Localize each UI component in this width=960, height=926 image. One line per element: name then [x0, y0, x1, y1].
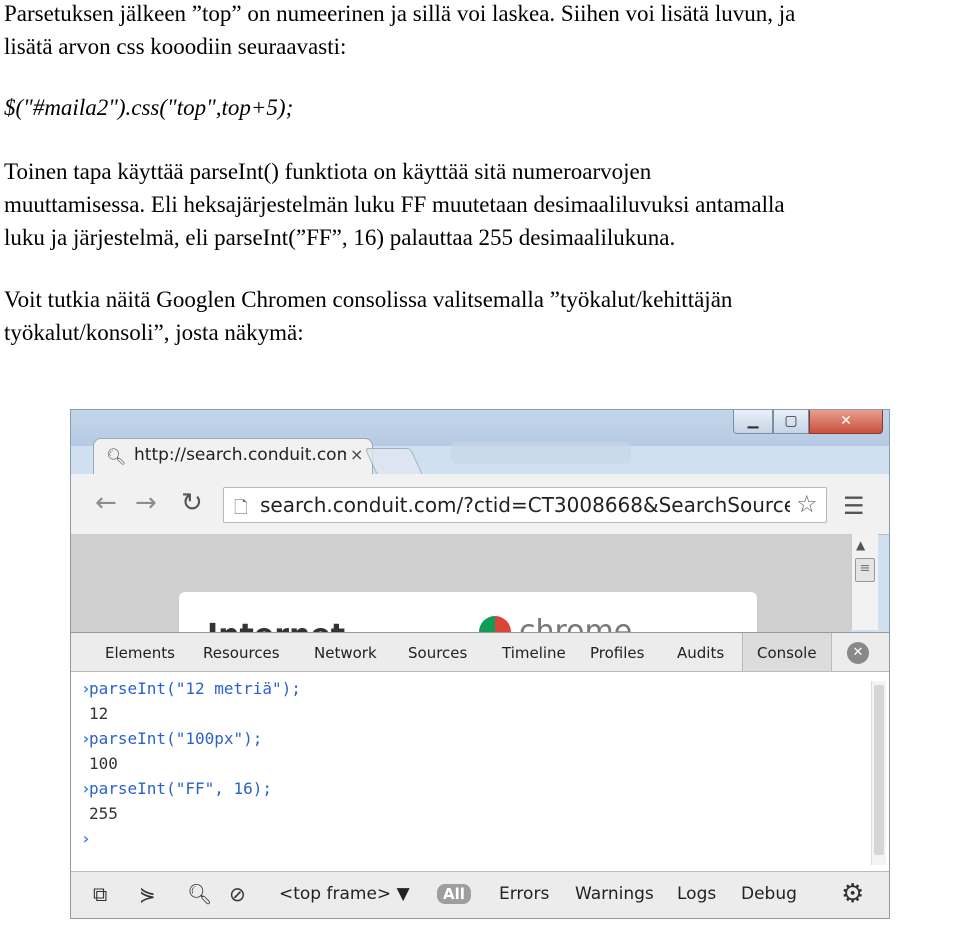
console-line: › parseInt("100px"); — [81, 729, 263, 748]
dock-icon[interactable]: ⧉ — [93, 882, 107, 906]
console-result: 12 — [89, 704, 109, 723]
devtools-tabbar: Elements Resources Network Sources Timel… — [71, 633, 889, 672]
devtools-statusbar: ⧉ ⋟ 🔍︎ ⊘ <top frame> ▼ All Errors Warnin… — [71, 871, 889, 918]
page-content: Internet chrome — [71, 534, 851, 653]
console-scrollbar[interactable] — [871, 681, 886, 865]
console-line: › parseInt("FF", 16); — [81, 779, 273, 798]
close-devtools-icon[interactable]: ✕ — [847, 642, 869, 664]
page-scrollbar[interactable]: ▲ ≡ — [851, 534, 878, 630]
tab-close-icon[interactable]: × — [350, 445, 363, 464]
paragraph-3-line-1: Voit tutkia näitä Googlen Chromen consol… — [4, 287, 733, 312]
devtools-panel: Elements Resources Network Sources Timel… — [71, 632, 889, 918]
arrow-left-icon[interactable]: ← — [95, 488, 117, 518]
prompt-chevron-icon: › — [81, 729, 91, 748]
paragraph-2-line-1: Toinen tapa käyttää parseInt() funktiota… — [4, 159, 652, 184]
show-drawer-icon[interactable]: ⋟ — [139, 882, 156, 906]
paragraph-2-line-2: muuttamisessa. Eli heksajärjestelmän luk… — [4, 192, 785, 217]
hamburger-icon[interactable]: ☰ — [843, 492, 865, 520]
tab-title: http://search.conduit.com — [134, 445, 346, 465]
console-command: parseInt("100px"); — [89, 729, 263, 748]
new-tab-button[interactable] — [364, 448, 424, 476]
paragraph-2-line-3: luku ja järjestelmä, eli parseInt(”FF”, … — [4, 225, 676, 250]
close-window-button[interactable]: ✕ — [809, 410, 883, 434]
browser-tab[interactable]: 🔍︎ http://search.conduit.com × — [93, 438, 373, 474]
paragraph-3-line-2: työkalut/konsoli”, josta näkymä: — [4, 320, 304, 345]
scroll-thumb[interactable]: ≡ — [855, 558, 875, 582]
filter-all[interactable]: All — [437, 884, 471, 904]
console-command: parseInt("FF", 16); — [89, 779, 273, 798]
arrow-right-icon[interactable]: → — [135, 488, 157, 518]
gear-icon[interactable]: ⚙ — [841, 879, 864, 909]
scroll-up-icon[interactable]: ▲ — [856, 538, 865, 552]
console-line: › parseInt("12 metriä"); — [81, 679, 301, 698]
console-result: 255 — [89, 804, 118, 823]
filter-logs[interactable]: Logs — [677, 884, 716, 904]
tab-sources[interactable]: Sources — [408, 644, 467, 662]
prompt-chevron-icon: › — [81, 679, 91, 698]
console-output[interactable]: › parseInt("12 metriä"); 12 › parseInt("10… — [71, 673, 871, 869]
tab-profiles[interactable]: Profiles — [590, 644, 644, 662]
url-text[interactable]: search.conduit.com/?ctid=CT3008668&Searc… — [260, 493, 790, 517]
reload-icon[interactable]: ↻ — [181, 488, 203, 518]
prompt-chevron-icon: › — [81, 779, 91, 798]
browser-screenshot: ▁ ▢ ✕ 🔍︎ http://search.conduit.com × ← →… — [70, 409, 890, 919]
address-bar[interactable]: 🗋 search.conduit.com/?ctid=CT3008668&Sea… — [223, 487, 827, 523]
tab-console[interactable]: Console — [742, 633, 832, 671]
tab-audits[interactable]: Audits — [677, 644, 724, 662]
tab-resources[interactable]: Resources — [203, 644, 280, 662]
clear-console-icon[interactable]: ⊘ — [229, 882, 246, 906]
minimize-button[interactable]: ▁ — [733, 410, 773, 434]
prompt-chevron-icon: › — [81, 829, 91, 848]
maximize-button[interactable]: ▢ — [773, 410, 809, 434]
browser-toolbar: ← → ↻ 🗋 search.conduit.com/?ctid=CT30086… — [71, 474, 889, 535]
console-command: parseInt("12 metriä"); — [89, 679, 301, 698]
code-example: $("#maila2").css("top",top+5); — [4, 95, 294, 120]
filter-errors[interactable]: Errors — [499, 884, 549, 904]
frame-selector[interactable]: <top frame> ▼ — [279, 884, 410, 904]
console-line: 255 — [89, 804, 118, 823]
paragraph-1-line-2: lisätä arvon css kooodiin seuraavasti: — [4, 34, 347, 59]
page-icon: 🗋 — [234, 498, 248, 518]
console-result: 100 — [89, 754, 118, 773]
console-line: 100 — [89, 754, 118, 773]
magnifier-favicon-icon: 🔍︎ — [106, 447, 127, 466]
tab-network[interactable]: Network — [314, 644, 377, 662]
tab-elements[interactable]: Elements — [105, 644, 175, 662]
search-icon[interactable]: 🔍︎ — [187, 882, 212, 906]
console-line: 12 — [89, 704, 108, 723]
blurred-background-tab — [451, 442, 631, 464]
filter-warnings[interactable]: Warnings — [575, 884, 654, 904]
tab-timeline[interactable]: Timeline — [502, 644, 566, 662]
filter-debug[interactable]: Debug — [741, 884, 797, 904]
star-icon[interactable]: ☆ — [796, 490, 818, 518]
paragraph-1-line-1: Parsetuksen jälkeen ”top” on numeerinen … — [4, 1, 796, 26]
console-scroll-thumb[interactable] — [874, 685, 884, 855]
